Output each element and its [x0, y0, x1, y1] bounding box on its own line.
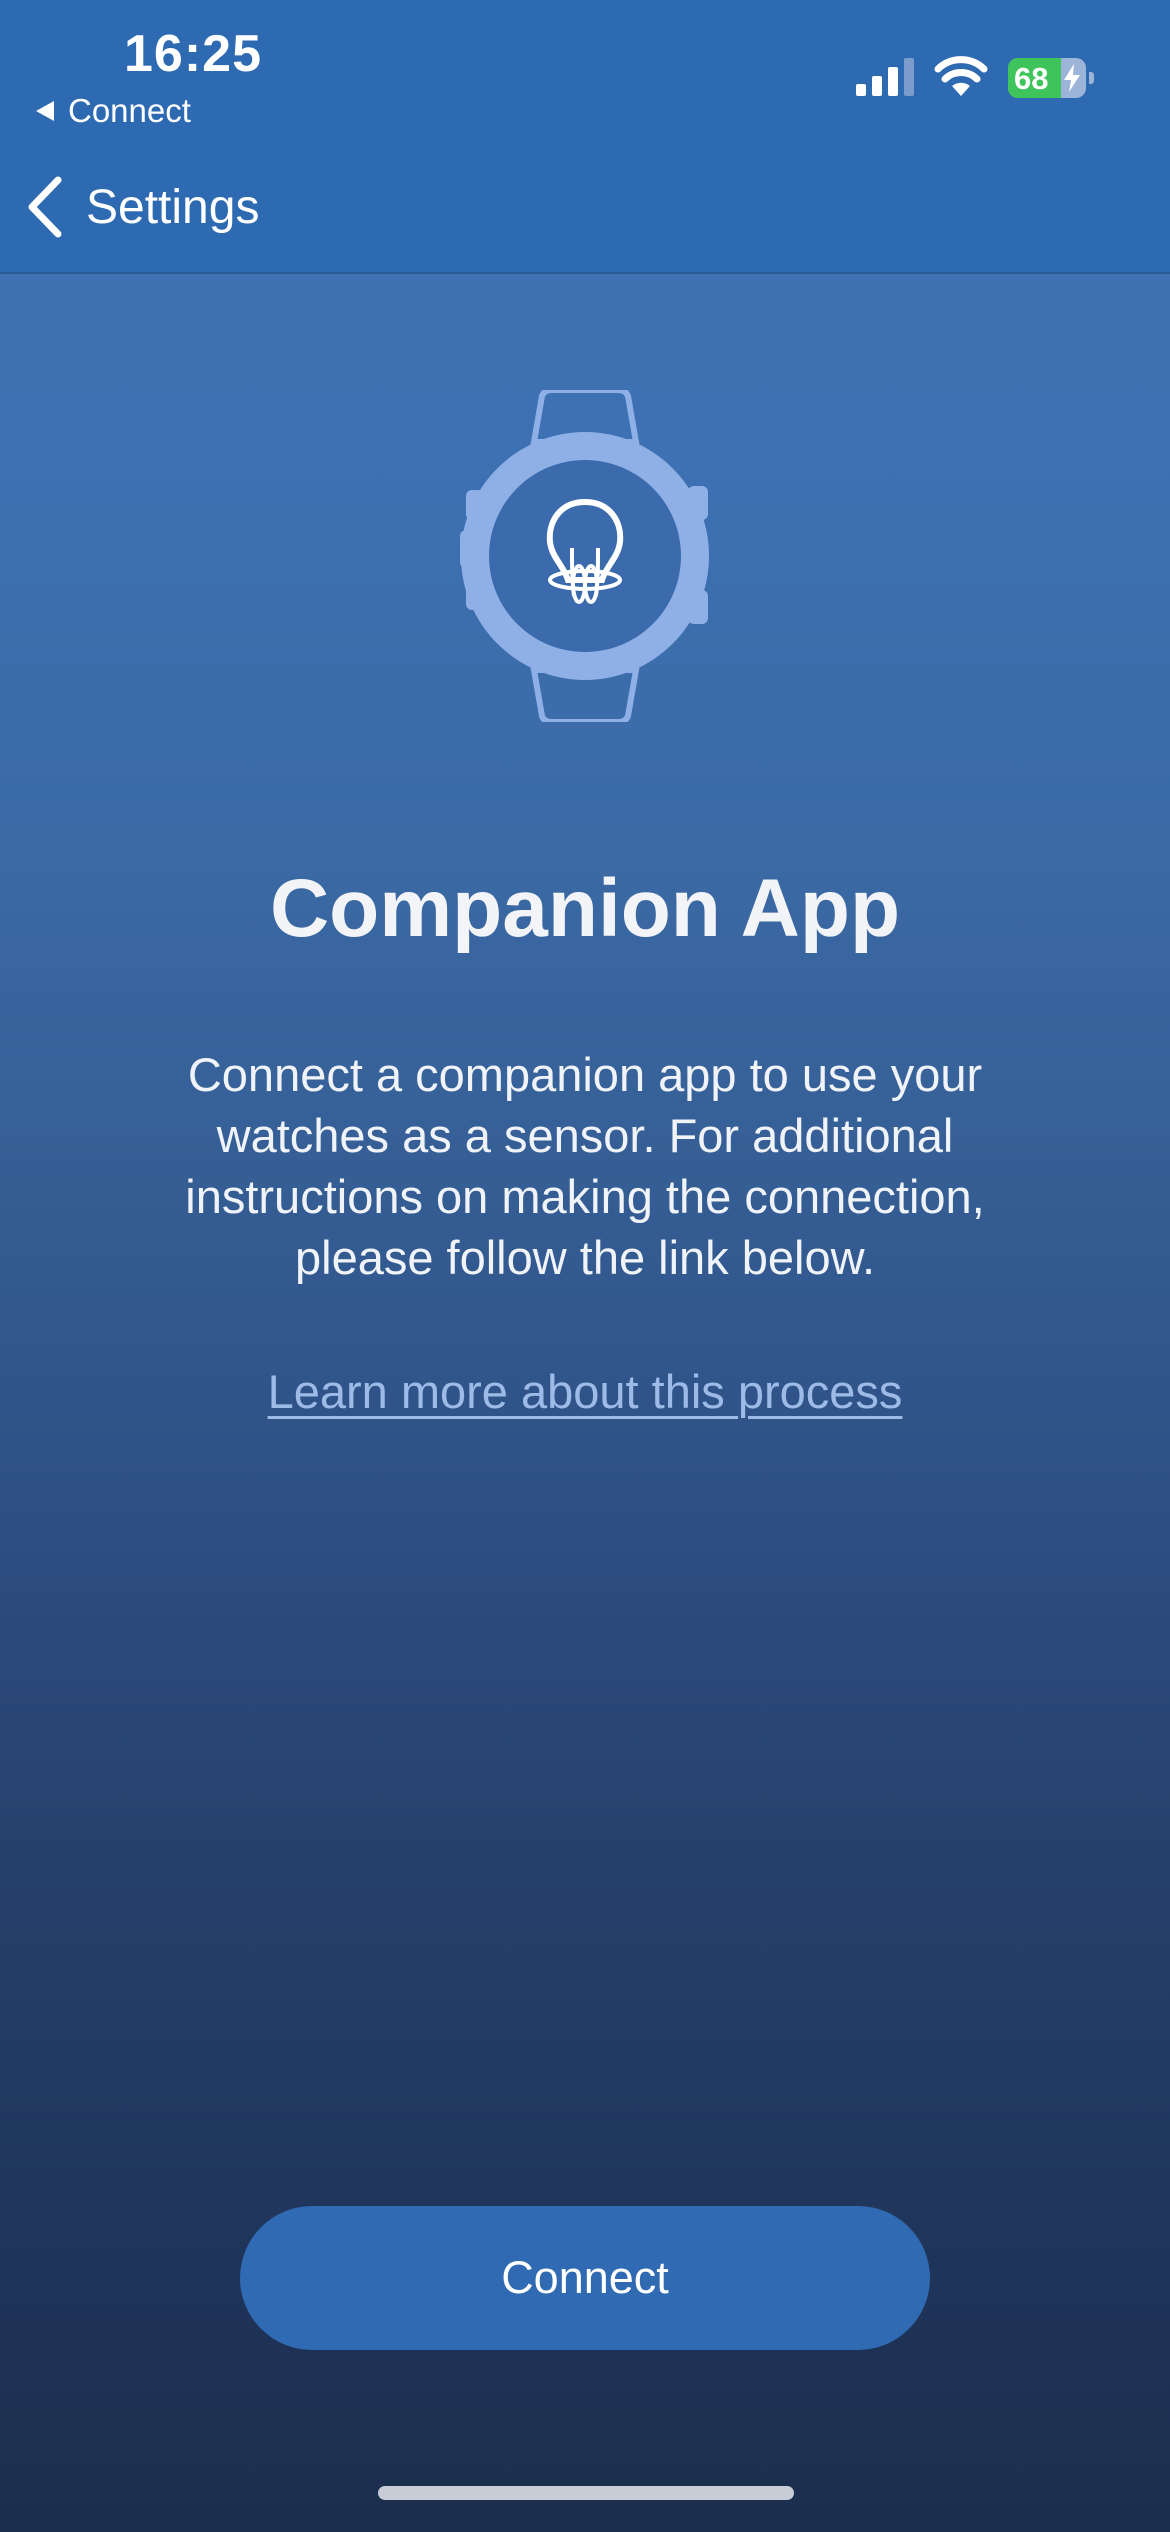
- battery-charging-icon: 68: [1008, 58, 1094, 98]
- learn-more-link[interactable]: Learn more about this process: [268, 1365, 903, 1418]
- cellular-signal-icon: [856, 58, 914, 96]
- learn-more-wrapper: Learn more about this process: [0, 1364, 1170, 1419]
- charging-bolt-icon: [1064, 64, 1080, 92]
- back-triangle-icon: [36, 101, 54, 121]
- back-button-label: Settings: [86, 180, 260, 234]
- status-back-to-app[interactable]: Connect: [36, 92, 191, 130]
- connect-button[interactable]: Connect: [240, 2206, 930, 2350]
- description-text: Connect a companion app to use your watc…: [185, 1048, 985, 1284]
- status-time: 16:25: [124, 25, 262, 83]
- status-back-app-label: Connect: [68, 92, 191, 129]
- battery-level: 68: [1014, 61, 1049, 96]
- watch-lightbulb-icon: [460, 390, 709, 722]
- chevron-left-icon: [28, 176, 62, 238]
- home-indicator: [378, 2486, 794, 2500]
- navigation-header: 16:25 Connect 68 Settings: [0, 0, 1170, 274]
- back-button[interactable]: Settings: [24, 172, 259, 242]
- wifi-icon: [934, 56, 988, 96]
- page-title: Companion App: [269, 863, 901, 954]
